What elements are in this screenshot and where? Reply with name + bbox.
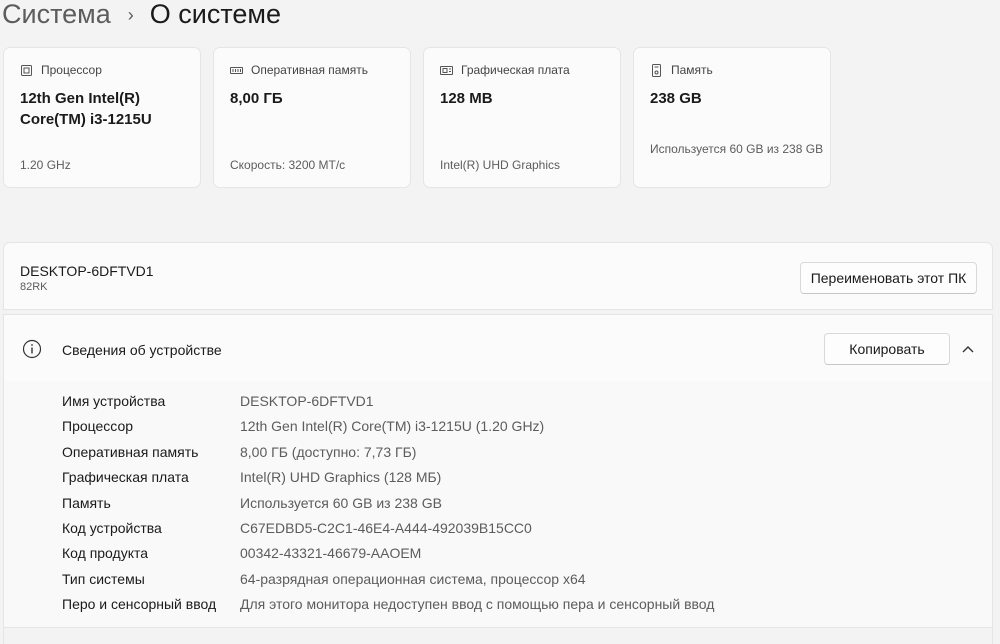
spec-key: Код устройства xyxy=(62,520,162,536)
memory-card-sub: Скорость: 3200 MT/c xyxy=(230,158,346,172)
memory-card: Оперативная память 8,00 ГБ Скорость: 320… xyxy=(213,47,411,188)
spec-row-graphics: Графическая плата Intel(R) UHD Graphics … xyxy=(4,469,992,489)
spec-row-product-id: Код продукта 00342-43321-46679-AAOEM xyxy=(4,545,992,565)
spec-row-system-type: Тип системы 64-разрядная операционная си… xyxy=(4,571,992,591)
spec-row-processor: Процессор 12th Gen Intel(R) Core(TM) i3-… xyxy=(4,418,992,438)
spec-key: Графическая плата xyxy=(62,469,189,485)
device-details-header[interactable]: Сведения об устройстве Копировать xyxy=(3,314,993,382)
processor-icon xyxy=(20,64,33,77)
spec-value[interactable]: Intel(R) UHD Graphics (128 МБ) xyxy=(240,469,441,485)
graphics-card-label: Графическая плата xyxy=(461,63,570,77)
spec-value[interactable]: 64-разрядная операционная система, проце… xyxy=(240,571,586,587)
spec-value[interactable]: Используется 60 GB из 238 GB xyxy=(240,495,442,511)
spec-value[interactable]: DESKTOP-6DFTVD1 xyxy=(240,393,374,409)
pc-name: DESKTOP-6DFTVD1 xyxy=(20,263,154,279)
storage-card-label: Память xyxy=(671,63,713,77)
device-details-body: Имя устройства DESKTOP-6DFTVD1 Процессор… xyxy=(3,381,993,644)
spec-value[interactable]: 8,00 ГБ (доступно: 7,73 ГБ) xyxy=(240,444,416,460)
spec-value[interactable]: C67EDBD5-C2C1-46E4-A444-492039B15CC0 xyxy=(240,520,532,536)
spec-row-pen-touch: Перо и сенсорный ввод Для этого монитора… xyxy=(4,596,992,616)
copy-button[interactable]: Копировать xyxy=(824,333,950,365)
spec-row-ram: Оперативная память 8,00 ГБ (доступно: 7,… xyxy=(4,444,992,464)
spec-key: Оперативная память xyxy=(62,444,199,460)
spec-row-device-id: Код устройства C67EDBD5-C2C1-46E4-A444-4… xyxy=(4,520,992,540)
spec-key: Память xyxy=(62,495,111,511)
breadcrumb-separator-chevron-icon: › xyxy=(127,4,134,25)
graphics-card: Графическая плата 128 MB Intel(R) UHD Gr… xyxy=(423,47,621,188)
processor-card-value: 12th Gen Intel(R) Core(TM) i3-1215U xyxy=(20,90,152,128)
pc-model: 82RK xyxy=(20,281,48,293)
graphics-card-icon xyxy=(440,64,453,77)
section-divider xyxy=(4,627,992,644)
memory-icon xyxy=(230,64,243,77)
breadcrumb: Система › О системе xyxy=(2,0,281,34)
processor-card-label: Процессор xyxy=(41,63,102,77)
spec-value[interactable]: 12th Gen Intel(R) Core(TM) i3-1215U (1.2… xyxy=(240,418,544,434)
storage-card-sub: Используется 60 GB из 238 GB xyxy=(650,142,824,156)
breadcrumb-parent-system[interactable]: Система xyxy=(2,0,111,30)
spec-key: Тип системы xyxy=(62,571,145,587)
spec-row-device-name: Имя устройства DESKTOP-6DFTVD1 xyxy=(4,393,992,413)
spec-key: Код продукта xyxy=(62,545,149,561)
storage-card-value: 238 GB xyxy=(650,90,702,107)
page-title: О системе xyxy=(149,0,281,29)
graphics-card-value: 128 MB xyxy=(440,90,493,107)
processor-card-sub: 1.20 GHz xyxy=(20,158,71,172)
memory-card-label: Оперативная память xyxy=(251,63,368,77)
spec-key: Имя устройства xyxy=(62,393,166,409)
info-icon xyxy=(22,339,42,359)
storage-icon xyxy=(650,63,663,77)
chevron-up-icon[interactable] xyxy=(961,342,975,354)
graphics-card-sub: Intel(R) UHD Graphics xyxy=(440,158,561,172)
processor-card: Процессор 12th Gen Intel(R) Core(TM) i3-… xyxy=(3,47,201,188)
rename-pc-button[interactable]: Переименовать этот ПК xyxy=(800,262,977,294)
spec-row-storage: Память Используется 60 GB из 238 GB xyxy=(4,495,992,515)
spec-value[interactable]: 00342-43321-46679-AAOEM xyxy=(240,545,421,561)
spec-key: Перо и сенсорный ввод xyxy=(62,596,217,612)
pc-name-panel: DESKTOP-6DFTVD1 82RK Переименовать этот … xyxy=(3,242,993,310)
spec-value[interactable]: Для этого монитора недоступен ввод с пом… xyxy=(240,596,714,612)
spec-key: Процессор xyxy=(62,418,134,434)
storage-card: Память 238 GB Используется 60 GB из 238 … xyxy=(633,47,831,188)
memory-card-value: 8,00 ГБ xyxy=(230,90,283,107)
device-details-title: Сведения об устройстве xyxy=(62,342,222,358)
